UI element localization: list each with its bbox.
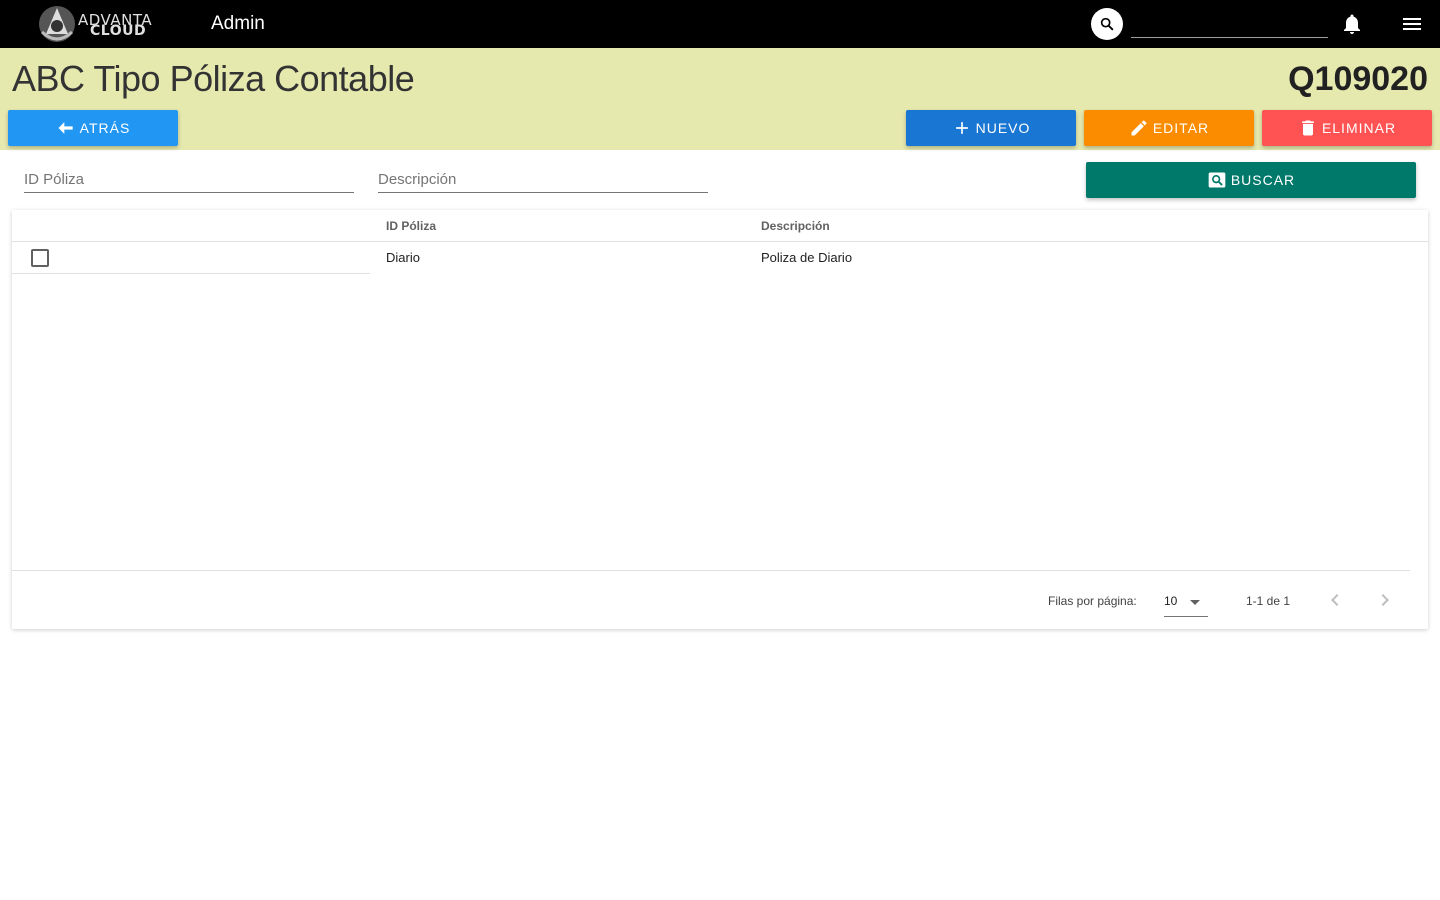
table-row[interactable]: Diario Poliza de Diario [12, 242, 1428, 274]
image-search-icon [1208, 172, 1226, 188]
descripcion-input[interactable] [378, 166, 708, 192]
global-search-input[interactable] [1131, 12, 1328, 38]
chevron-right-icon[interactable] [1373, 588, 1397, 612]
column-header-descripcion[interactable]: Descripción [761, 219, 830, 233]
search-submit-button[interactable]: BUSCAR [1086, 162, 1416, 198]
search-submit-label: BUSCAR [1230, 172, 1296, 188]
logo-text-cloud: CLOUD [90, 23, 147, 39]
advanta-cloud-logo[interactable]: ADVANTA CLOUD [36, 4, 160, 44]
row-checkbox[interactable] [31, 249, 49, 267]
edit-button[interactable]: EDITAR [1084, 110, 1254, 146]
table-header: ID Póliza Descripción [12, 210, 1428, 242]
top-app-bar: ADVANTA CLOUD Admin [0, 0, 1440, 48]
id-poliza-input[interactable] [24, 166, 354, 192]
column-header-id-poliza[interactable]: ID Póliza [386, 219, 436, 233]
rows-per-page-label: Filas por página: [1048, 594, 1137, 608]
app-name: Admin [211, 13, 265, 34]
chevron-left-icon[interactable] [1323, 588, 1347, 612]
bell-icon[interactable] [1340, 12, 1364, 36]
id-poliza-field [24, 166, 354, 193]
new-button[interactable]: NUEVO [906, 110, 1076, 146]
search-icon [1100, 17, 1114, 31]
back-button-label: ATRÁS [79, 120, 131, 136]
delete-button-label: ELIMINAR [1321, 120, 1397, 136]
cell-descripcion: Poliza de Diario [761, 250, 853, 265]
pagination-range: 1-1 de 1 [1246, 594, 1291, 608]
table-pagination: Filas por página: 10 1-1 de 1 [12, 570, 1410, 629]
new-button-label: NUEVO [975, 120, 1031, 136]
back-button[interactable]: ATRÁS [8, 110, 178, 146]
page-header: ABC Tipo Póliza Contable Q109020 ATRÁS N… [0, 48, 1440, 150]
rows-per-page-select[interactable]: 10 [1164, 589, 1208, 617]
results-table-card: ID Póliza Descripción Diario Poliza de D… [12, 210, 1428, 629]
edit-button-label: EDITAR [1152, 120, 1210, 136]
search-button[interactable] [1091, 8, 1123, 40]
trash-icon [1302, 120, 1314, 136]
page-title: ABC Tipo Póliza Contable [12, 58, 415, 99]
cell-id-poliza: Diario [386, 250, 420, 265]
plus-icon [955, 122, 968, 134]
page-code: Q109020 [1288, 60, 1428, 98]
menu-icon[interactable] [1400, 12, 1424, 36]
caret-down-icon [1190, 600, 1200, 605]
pencil-icon [1131, 120, 1147, 136]
delete-button[interactable]: ELIMINAR [1262, 110, 1432, 146]
arrow-left-icon [58, 122, 73, 134]
logo-mark-icon [39, 6, 75, 42]
descripcion-field [378, 166, 708, 193]
rows-per-page-value: 10 [1164, 594, 1178, 608]
row-select-cell [12, 242, 370, 274]
